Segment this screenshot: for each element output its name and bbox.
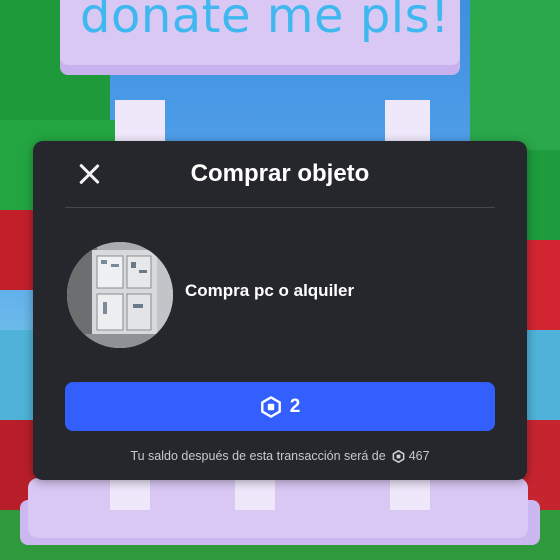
divider	[65, 207, 495, 208]
purchase-dialog: Comprar objeto Compra pc o alquiler 2 Tu…	[33, 141, 527, 480]
buy-button[interactable]: 2	[65, 382, 495, 431]
balance-note: Tu saldo después de esta transacción ser…	[33, 449, 527, 463]
balance-note-text: Tu saldo después de esta transacción ser…	[130, 449, 386, 463]
price-label: 2	[289, 395, 301, 417]
item-thumbnail-image	[67, 242, 173, 348]
robux-icon	[392, 449, 405, 463]
sign-text: donate me pls!	[80, 0, 450, 44]
robux-icon	[260, 395, 281, 418]
item-name: Compra pc o alquiler	[185, 281, 355, 300]
green-block	[470, 0, 560, 150]
stand-base	[28, 478, 528, 538]
dialog-title: Comprar objeto	[190, 160, 370, 187]
balance-amount: 467	[408, 449, 430, 463]
item-thumbnail	[67, 242, 173, 348]
